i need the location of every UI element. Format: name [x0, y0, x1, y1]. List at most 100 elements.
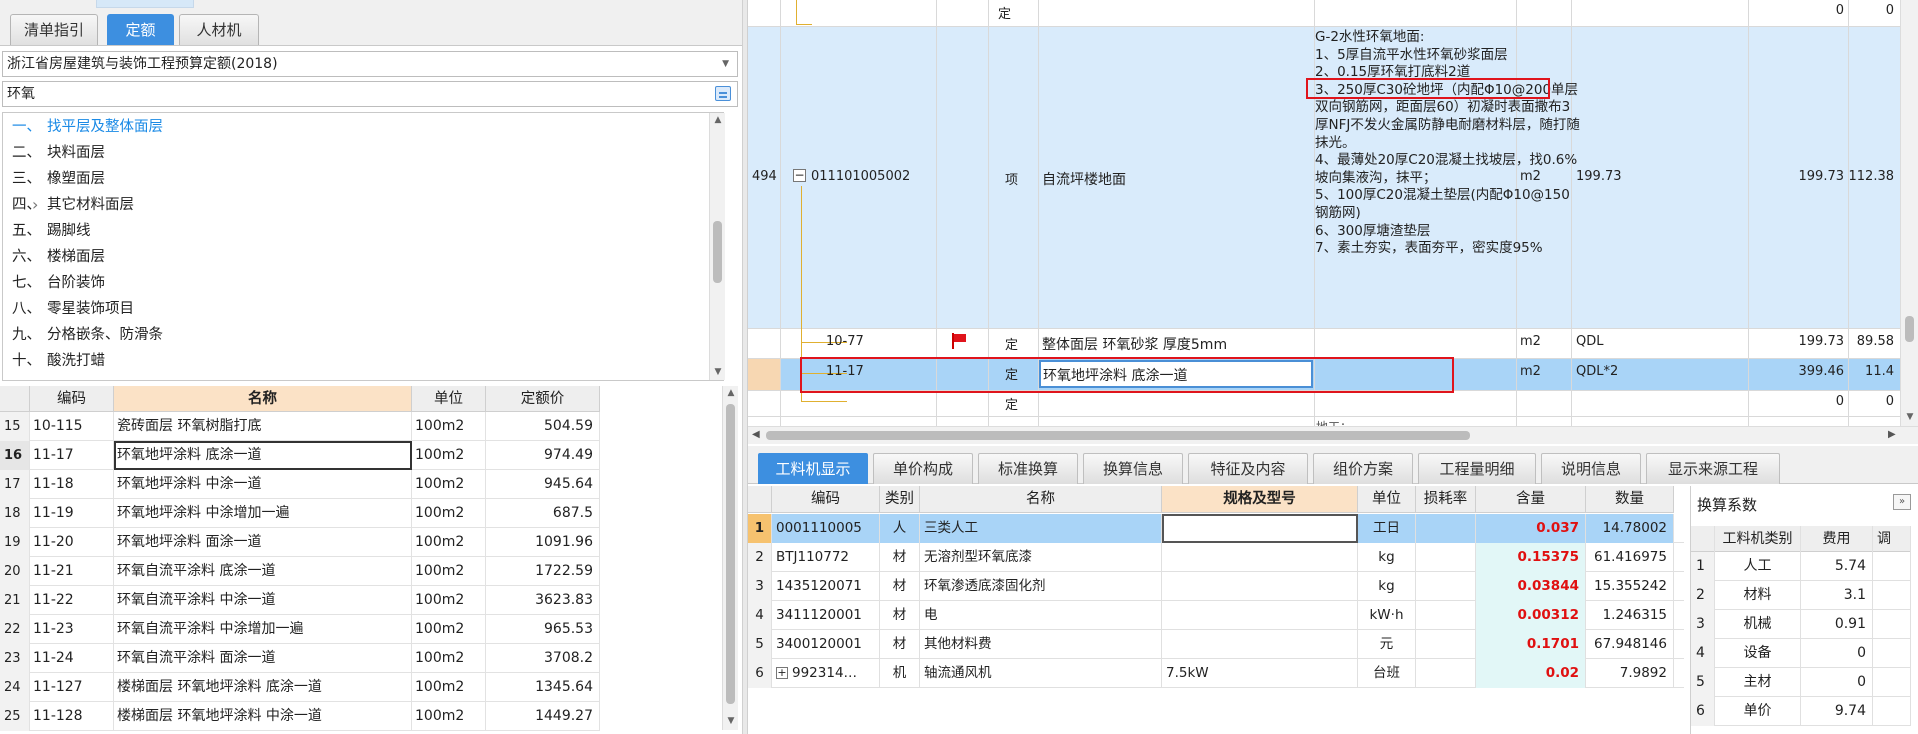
sub-row-qty-expr[interactable]: QDL*2: [1576, 364, 1618, 379]
resource-cell-unit: 工日: [1358, 514, 1416, 543]
sub-row-v2[interactable]: 11.4: [1828, 364, 1894, 379]
scroll-down-icon[interactable]: ▼: [1904, 412, 1916, 422]
quota-cell-idx: 17: [0, 470, 30, 499]
coef-row[interactable]: 4 设备 0: [1691, 639, 1911, 668]
coef-row[interactable]: 5 主材 0: [1691, 668, 1911, 697]
grid-scrollbar[interactable]: ▼: [1900, 0, 1918, 426]
resource-row[interactable]: 1 0001110005 人三类人工 工日 0.037 14.78002: [748, 514, 1684, 543]
quota-row[interactable]: 21 11-22 环氧自流平涂料 中涂一道 100m2 3623.83: [0, 586, 600, 615]
scroll-thumb[interactable]: [766, 431, 1470, 440]
scroll-thumb[interactable]: [726, 404, 735, 704]
expand-plus-icon[interactable]: +: [776, 667, 788, 679]
resource-cell-idx: 4: [748, 601, 772, 630]
resource-cell-idx: 2: [748, 543, 772, 572]
tree-item[interactable]: › 四、 其它材料面层: [3, 192, 134, 218]
resource-cell-spec[interactable]: [1162, 630, 1358, 659]
grid-horizontal-scrollbar[interactable]: ◀ ▶: [748, 426, 1918, 444]
search-icon[interactable]: [715, 86, 731, 101]
tree-item[interactable]: 八、 零星装饰项目: [3, 296, 134, 322]
tree-item[interactable]: 二、 块料面层: [3, 140, 105, 166]
quota-cell-price: 965.53: [486, 615, 600, 644]
quota-row[interactable]: 25 11-128 楼梯面层 环氧地坪涂料 中涂一道 100m2 1449.27: [0, 702, 600, 731]
tree-item[interactable]: 五、 踢脚线: [3, 218, 91, 244]
quota-row[interactable]: 17 11-18 环氧地坪涂料 中涂一道 100m2 945.64: [0, 470, 600, 499]
coef-row[interactable]: 3 机械 0.91: [1691, 610, 1911, 639]
quota-row[interactable]: 20 11-21 环氧自流平涂料 底涂一道 100m2 1722.59: [0, 557, 600, 586]
tree-item[interactable]: 九、 分格嵌条、防滑条: [3, 322, 163, 348]
resource-cell-cat: 人: [880, 514, 920, 543]
coef-row[interactable]: 2 材料 3.1: [1691, 581, 1911, 610]
top-row-v2: 0: [1885, 3, 1894, 18]
resource-row[interactable]: 4 3411120001 材电 kW·h 0.00312 1.246315: [748, 601, 1684, 630]
resource-cell-spec[interactable]: [1162, 601, 1358, 630]
quota-row[interactable]: 24 11-127 楼梯面层 环氧地坪涂料 底涂一道 100m2 1345.64: [0, 673, 600, 702]
collapse-icon[interactable]: −: [793, 169, 806, 182]
tab-quantity-detail[interactable]: 工程量明细: [1418, 453, 1536, 484]
tab-pricing-plan[interactable]: 组价方案: [1313, 453, 1413, 484]
expand-panel-icon[interactable]: »: [1893, 494, 1911, 510]
tree-item-number: 六、: [12, 249, 41, 265]
tab-labor-material-machine[interactable]: 人材机: [179, 14, 259, 45]
tree-item-label: 楼梯面层: [47, 249, 105, 265]
search-input[interactable]: 环氧: [2, 81, 738, 107]
coef-cell-adj: [1873, 552, 1911, 581]
resource-row[interactable]: 2 BTJ110772 材无溶剂型环氧底漆 kg 0.15375 61.416975: [748, 543, 1684, 572]
scroll-thumb[interactable]: [1905, 316, 1914, 342]
tree-item-label: 踢脚线: [47, 223, 91, 239]
tab-features[interactable]: 特征及内容: [1188, 453, 1308, 484]
chapter-tree: 一、 找平层及整体面层 二、 块料面层 三、 橡塑面层 › 四、 其它材料面层 五、 踢脚线 六、 楼梯…: [2, 112, 725, 381]
coef-row[interactable]: 1 人工 5.74: [1691, 552, 1911, 581]
scroll-thumb[interactable]: [713, 221, 722, 283]
quota-cell-name: 环氧自流平涂料 底涂一道: [114, 557, 412, 586]
coef-cell-cat: 设备: [1715, 639, 1801, 668]
resource-cell-spec[interactable]: [1162, 572, 1358, 601]
resource-row[interactable]: 3 1435120071 材环氧渗透底漆固化剂 kg 0.03844 15.355242: [748, 572, 1684, 601]
tab-standard-conversion[interactable]: 标准换算: [978, 453, 1078, 484]
scroll-down-icon[interactable]: ▼: [725, 716, 737, 726]
quota-scrollbar[interactable]: ▲ ▼: [722, 386, 738, 730]
scroll-left-icon[interactable]: ◀: [752, 429, 760, 440]
resource-row[interactable]: 6 +992314… 机轴流通风机 7.5kW 台班 0.02 7.9892: [748, 659, 1684, 688]
resource-cell-spec[interactable]: 7.5kW: [1162, 659, 1358, 688]
tab-list-guide[interactable]: 清单指引: [10, 14, 98, 45]
resource-cell-loss: [1416, 601, 1476, 630]
quota-row[interactable]: 16 11-17 环氧地坪涂料 底涂一道 100m2 974.49: [0, 441, 600, 470]
tab-unit-price[interactable]: 单价构成: [873, 453, 973, 484]
quota-row[interactable]: 23 11-24 环氧自流平涂料 面涂一道 100m2 3708.2: [0, 644, 600, 673]
quota-library-select[interactable]: 浙江省房屋建筑与装饰工程预算定额(2018) ▼: [2, 51, 738, 77]
tree-item[interactable]: 七、 台阶装饰: [3, 270, 105, 296]
quota-row[interactable]: 15 10-115 瓷砖面层 环氧树脂打底 100m2 504.59: [0, 412, 600, 441]
quota-cell-name: 环氧自流平涂料 中涂增加一遍: [114, 615, 412, 644]
tree-item[interactable]: 六、 楼梯面层: [3, 244, 105, 270]
scroll-up-icon[interactable]: ▲: [725, 388, 737, 398]
resource-cell-spec[interactable]: [1162, 514, 1358, 543]
resource-cell-qty: 67.948146: [1586, 630, 1674, 659]
quota-row[interactable]: 19 11-20 环氧地坪涂料 面涂一道 100m2 1091.96: [0, 528, 600, 557]
red-flag-icon[interactable]: [950, 333, 966, 349]
item-row-v2: 112.38: [1848, 169, 1895, 184]
resource-cell-unit: kg: [1358, 572, 1416, 601]
tree-item[interactable]: 一、 找平层及整体面层: [3, 114, 163, 140]
sub-row-unit[interactable]: m2: [1520, 364, 1541, 379]
quota-header-name: 名称: [114, 386, 412, 412]
tree-item[interactable]: 十、 酸洗打蜡: [3, 348, 105, 374]
tab-notes[interactable]: 说明信息: [1541, 453, 1641, 484]
scroll-up-icon[interactable]: ▲: [712, 115, 724, 125]
tab-resource-display[interactable]: 工料机显示: [758, 453, 868, 484]
scroll-right-icon[interactable]: ▶: [1888, 429, 1896, 440]
tree-scrollbar[interactable]: ▲ ▼: [709, 113, 725, 380]
coef-row[interactable]: 6 单价 9.74: [1691, 697, 1911, 726]
scroll-down-icon[interactable]: ▼: [712, 367, 724, 377]
resource-header-category: 类别: [880, 486, 920, 513]
quota-row[interactable]: 22 11-23 环氧自流平涂料 中涂增加一遍 100m2 965.53: [0, 615, 600, 644]
tab-source-project[interactable]: 显示来源工程: [1646, 453, 1780, 484]
resource-cell-spec[interactable]: [1162, 543, 1358, 572]
tab-quota[interactable]: 定额: [107, 14, 174, 45]
resource-row[interactable]: 5 3400120001 材其他材料费 元 0.1701 67.948146: [748, 630, 1684, 659]
resource-cell-code: BTJ110772: [772, 543, 880, 572]
coef-cell-adj: [1873, 668, 1911, 697]
tab-conversion-info[interactable]: 换算信息: [1083, 453, 1183, 484]
expand-arrow-icon[interactable]: ›: [32, 192, 38, 218]
quota-row[interactable]: 18 11-19 环氧地坪涂料 中涂增加一遍 100m2 687.5: [0, 499, 600, 528]
tree-item[interactable]: 三、 橡塑面层: [3, 166, 105, 192]
